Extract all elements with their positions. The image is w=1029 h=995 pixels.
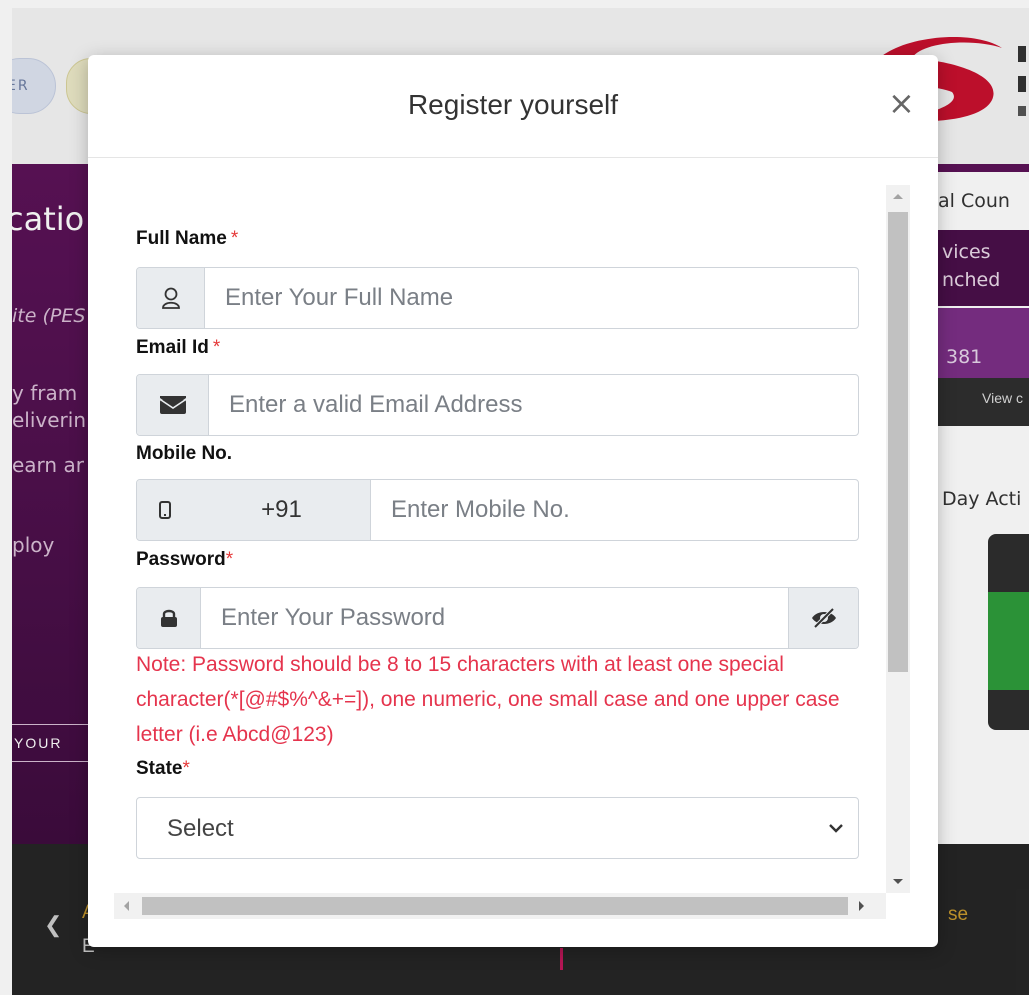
full-name-label: Full Name * — [136, 228, 238, 250]
vertical-scrollbar[interactable] — [886, 185, 910, 893]
close-icon[interactable]: × — [888, 85, 915, 121]
required-marker: * — [230, 228, 239, 249]
email-label-text: Email Id — [136, 337, 209, 358]
mobile-icon — [137, 480, 193, 540]
horizontal-scroll-thumb[interactable] — [142, 897, 848, 915]
full-name-input[interactable] — [205, 268, 858, 328]
required-marker: * — [225, 549, 234, 570]
lock-icon — [137, 588, 201, 648]
state-select-value: Select — [167, 815, 234, 842]
mobile-label-text: Mobile No. — [136, 443, 233, 464]
modal-title: Register yourself — [407, 89, 619, 120]
password-label: Password* — [136, 549, 233, 571]
password-note: Note: Password should be 8 to 15 charact… — [136, 653, 840, 746]
email-label: Email Id * — [136, 337, 220, 359]
scroll-left-icon[interactable] — [124, 901, 129, 911]
state-label: State* — [136, 758, 190, 780]
password-input[interactable] — [201, 588, 790, 648]
user-icon — [137, 268, 205, 328]
email-input[interactable] — [209, 375, 858, 435]
scroll-down-icon[interactable] — [893, 879, 903, 884]
scroll-right-icon[interactable] — [859, 901, 864, 911]
full-name-field — [136, 267, 859, 329]
envelope-icon — [137, 375, 209, 435]
scroll-up-icon[interactable] — [893, 194, 903, 199]
country-code: +91 — [193, 480, 371, 540]
register-modal: Register yourself × Full Name* Email Id*… — [88, 55, 938, 947]
modal-header: Register yourself × — [88, 55, 938, 158]
full-name-label-text: Full Name — [136, 228, 227, 249]
password-field — [136, 587, 859, 649]
password-label-text: Password — [136, 549, 226, 570]
mobile-input[interactable] — [371, 480, 858, 540]
vertical-scroll-thumb[interactable] — [888, 212, 908, 672]
horizontal-scrollbar[interactable] — [114, 893, 886, 919]
state-label-text: State — [136, 758, 183, 779]
mobile-label: Mobile No. — [136, 443, 232, 465]
eye-slash-icon[interactable] — [788, 588, 858, 648]
required-marker: * — [212, 337, 221, 358]
required-marker: * — [182, 758, 190, 779]
state-select[interactable]: Select — [136, 797, 859, 859]
mobile-field: +91 — [136, 479, 859, 541]
chevron-down-icon — [829, 824, 843, 833]
email-field — [136, 374, 859, 436]
